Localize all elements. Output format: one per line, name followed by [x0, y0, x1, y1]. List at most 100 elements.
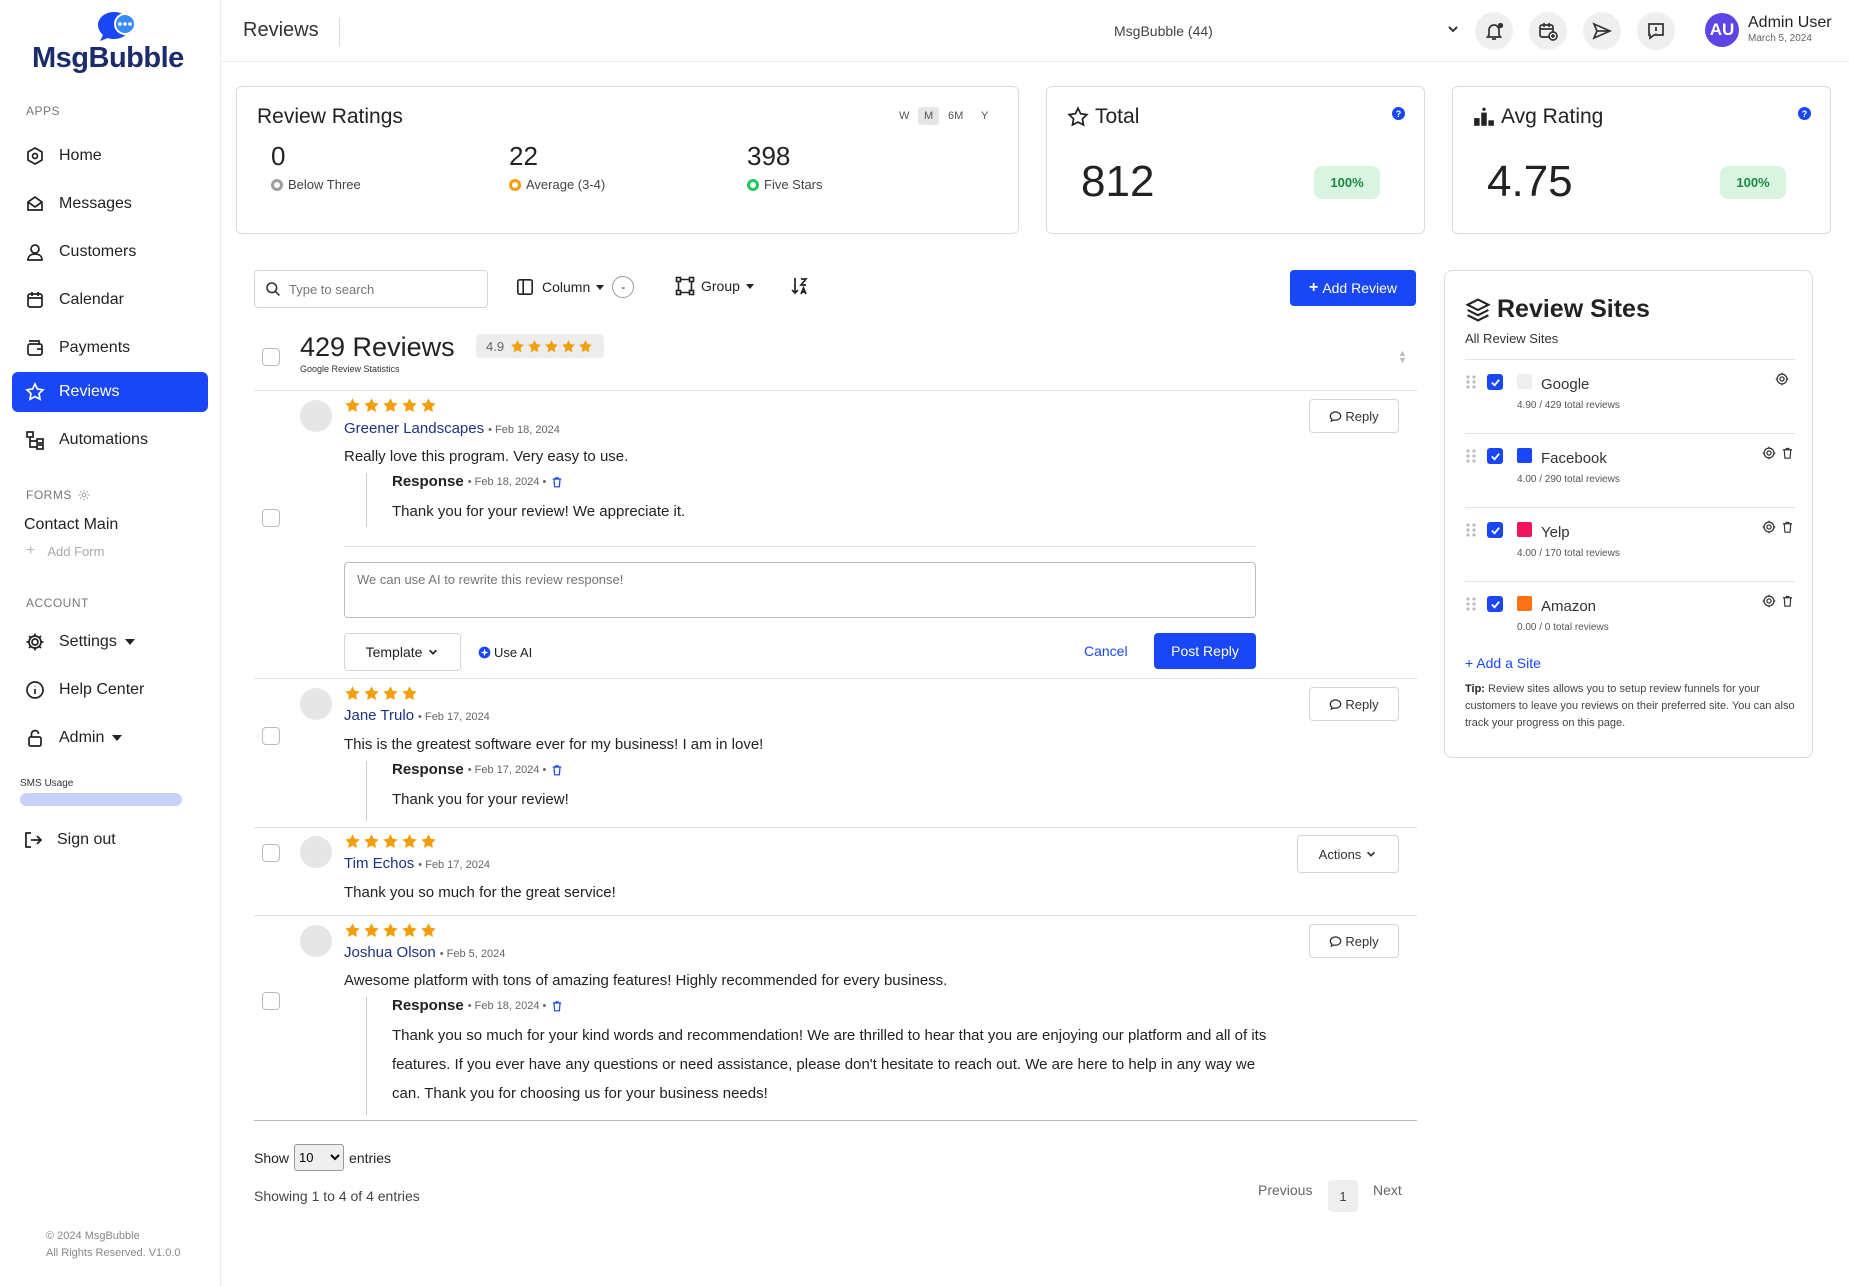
- brand-logo[interactable]: MsgBubble: [30, 10, 190, 76]
- actions-dropdown[interactable]: Actions: [1297, 835, 1399, 873]
- reviewer-name[interactable]: Greener Landscapes • Feb 18, 2024: [344, 420, 560, 437]
- reply-textarea[interactable]: [344, 562, 1256, 618]
- status-dot-icon: [747, 178, 759, 191]
- reply-button[interactable]: Reply: [1309, 687, 1399, 721]
- star-filled-icon: [344, 685, 361, 702]
- sidebar-item-messages[interactable]: Messages: [12, 184, 208, 224]
- reply-button[interactable]: Reply: [1309, 399, 1399, 433]
- group-button[interactable]: Group: [675, 276, 754, 296]
- sidebar-item-home[interactable]: Home: [12, 136, 208, 176]
- form-item-contact-main[interactable]: Contact Main: [24, 516, 118, 534]
- trash-icon[interactable]: [1781, 520, 1794, 534]
- column-button[interactable]: Column -: [516, 276, 635, 298]
- account-selector[interactable]: MsgBubble (44): [1114, 23, 1213, 39]
- notifications-button[interactable]: [1475, 12, 1513, 50]
- sidebar-item-help-center[interactable]: Help Center: [12, 670, 208, 710]
- reviewer-name[interactable]: Tim Echos • Feb 17, 2024: [344, 855, 490, 872]
- help-icon[interactable]: ?: [1392, 107, 1405, 120]
- response-header: Response • Feb 18, 2024 •: [392, 473, 1272, 490]
- cancel-button[interactable]: Cancel: [1084, 643, 1128, 659]
- avatar[interactable]: AU: [1705, 13, 1739, 47]
- previous-page-button[interactable]: Previous: [1258, 1182, 1312, 1198]
- add-event-button[interactable]: [1529, 12, 1567, 50]
- range-6m-button[interactable]: 6M: [942, 107, 969, 125]
- site-color-swatch: [1517, 448, 1532, 463]
- response-date: • Feb 18, 2024 •: [467, 475, 547, 488]
- star-filled-icon: [401, 397, 418, 414]
- help-icon[interactable]: ?: [1798, 107, 1811, 120]
- add-site-link[interactable]: + Add a Site: [1465, 655, 1541, 671]
- post-reply-button[interactable]: Post Reply: [1154, 633, 1256, 669]
- trash-icon[interactable]: [551, 764, 563, 776]
- review-ratings-card: Review Ratings W M 6M Y 0 Below Three 22…: [236, 86, 1019, 234]
- review-date-text: Feb 18, 2024: [495, 424, 560, 436]
- reviewer-name[interactable]: Joshua Olson • Feb 5, 2024: [344, 944, 505, 961]
- select-all-checkbox[interactable]: [262, 348, 280, 366]
- reviewer-name[interactable]: Jane Trulo • Feb 17, 2024: [344, 707, 490, 724]
- reviewer-name-text: Joshua Olson: [344, 944, 436, 961]
- drag-handle-icon[interactable]: [1465, 522, 1477, 538]
- five-stars-label: Five Stars: [747, 177, 823, 192]
- sign-out-button[interactable]: Sign out: [10, 820, 206, 860]
- site-enabled-checkbox[interactable]: [1487, 596, 1503, 612]
- drag-handle-icon[interactable]: [1465, 596, 1477, 612]
- sidebar-item-settings[interactable]: Settings: [12, 622, 208, 662]
- reply-button[interactable]: Reply: [1309, 924, 1399, 958]
- sidebar-item-calendar[interactable]: Calendar: [12, 280, 208, 320]
- send-message-button[interactable]: [1583, 12, 1621, 50]
- trash-icon[interactable]: [1781, 446, 1794, 460]
- range-year-button[interactable]: Y: [975, 107, 994, 125]
- drag-handle-icon[interactable]: [1465, 448, 1477, 464]
- user-name[interactable]: Admin User: [1748, 14, 1832, 32]
- drag-handle-icon[interactable]: [1465, 374, 1477, 390]
- trash-icon[interactable]: [551, 476, 563, 488]
- page-1-button[interactable]: 1: [1328, 1180, 1358, 1212]
- column-minus-button[interactable]: -: [612, 276, 635, 298]
- gear-icon[interactable]: [1762, 520, 1776, 534]
- reviewer-name-text: Greener Landscapes: [344, 420, 485, 437]
- sidebar-item-label: Payments: [59, 339, 131, 356]
- sidebar-item-admin[interactable]: Admin: [12, 718, 208, 758]
- average-label: Average (3-4): [509, 177, 605, 192]
- add-form-link[interactable]: + Add Form: [26, 542, 104, 560]
- sort-arrows-icon[interactable]: ▲ ▼: [1398, 349, 1407, 365]
- gear-icon[interactable]: [1762, 446, 1776, 460]
- review-checkbox[interactable]: [262, 509, 280, 527]
- search-input[interactable]: [289, 281, 469, 297]
- sidebar-item-automations[interactable]: Automations: [12, 420, 208, 460]
- podium-icon: [1473, 106, 1495, 128]
- site-enabled-checkbox[interactable]: [1487, 448, 1503, 464]
- below-three-count: 0: [271, 141, 286, 171]
- site-enabled-checkbox[interactable]: [1487, 374, 1503, 390]
- chevron-down-icon[interactable]: [1446, 22, 1460, 36]
- gear-icon[interactable]: [1775, 372, 1789, 386]
- add-review-button[interactable]: + Add Review: [1290, 270, 1416, 306]
- trash-icon[interactable]: [551, 1000, 563, 1012]
- gear-icon: [24, 631, 46, 653]
- site-enabled-checkbox[interactable]: [1487, 522, 1503, 538]
- entries-select[interactable]: 10: [294, 1144, 345, 1171]
- avg-rating-value: 4.75: [1487, 157, 1573, 206]
- sort-button[interactable]: [790, 276, 810, 296]
- trash-icon[interactable]: [1781, 594, 1794, 608]
- range-month-button[interactable]: M: [918, 107, 940, 125]
- range-week-button[interactable]: W: [893, 107, 915, 125]
- review-sites-title-text: Review Sites: [1497, 295, 1650, 323]
- forms-settings-gear-icon[interactable]: [78, 489, 90, 501]
- template-dropdown[interactable]: Template: [344, 633, 461, 671]
- add-review-label: Add Review: [1322, 280, 1398, 296]
- sidebar-item-customers[interactable]: Customers: [12, 232, 208, 272]
- chevron-down-icon: [596, 284, 605, 290]
- review-checkbox[interactable]: [262, 727, 280, 745]
- site-row-facebook: Facebook 4.00 / 290 total reviews: [1465, 433, 1795, 507]
- review-checkbox[interactable]: [262, 844, 280, 862]
- sidebar-item-reviews[interactable]: Reviews: [12, 372, 208, 412]
- next-page-button[interactable]: Next: [1373, 1182, 1402, 1198]
- use-ai-button[interactable]: Use AI: [478, 645, 532, 660]
- star-filled-icon: [420, 922, 437, 939]
- gear-icon[interactable]: [1762, 594, 1776, 608]
- feedback-button[interactable]: [1637, 12, 1675, 50]
- review-checkbox[interactable]: [262, 992, 280, 1010]
- star-filled-icon: [561, 339, 576, 354]
- sidebar-item-payments[interactable]: Payments: [12, 328, 208, 368]
